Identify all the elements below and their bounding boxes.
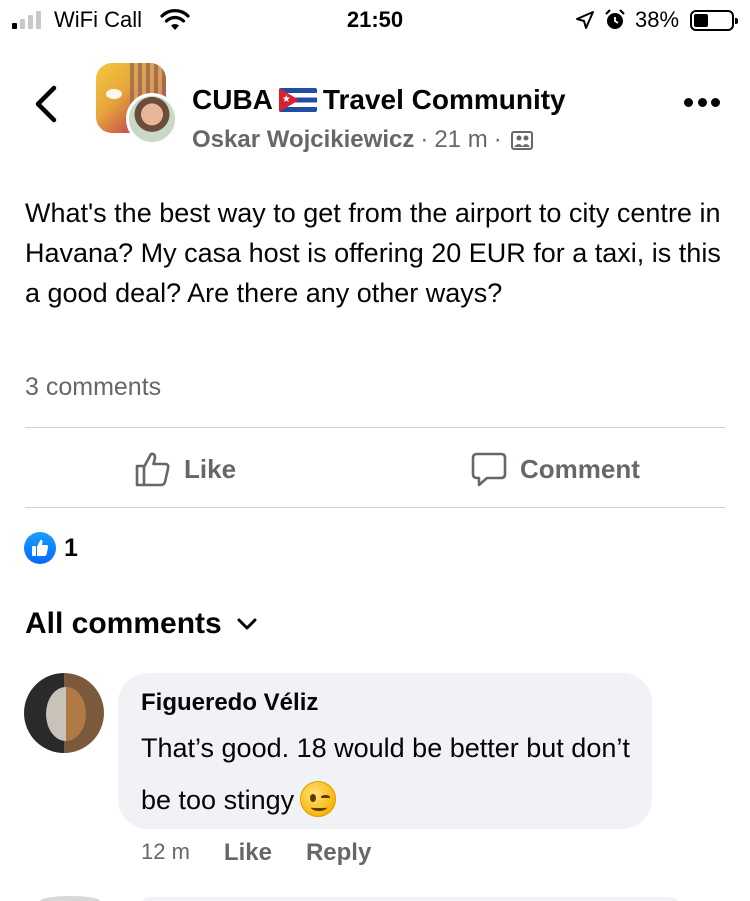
back-chevron-icon[interactable] [30, 84, 62, 124]
more-dots-icon[interactable] [684, 94, 720, 110]
comment-text: That’s good. 18 would be better but don’… [141, 722, 641, 826]
comment-author[interactable]: Figueredo Véliz [141, 689, 318, 717]
comment-time: 12 m [141, 839, 190, 864]
group-title-part2: Travel Community [322, 84, 566, 115]
group-title-part1: CUBA [192, 84, 273, 115]
chevron-down-icon [237, 618, 257, 630]
comment-actions: 12 m Like Reply [141, 839, 371, 867]
comment-reply-button[interactable]: Reply [306, 839, 371, 867]
meta-separator: · [420, 126, 429, 153]
post-meta: Oskar Wojcikiewicz · 21 m · [192, 126, 534, 154]
divider [25, 507, 725, 508]
thumbs-up-icon [135, 452, 170, 487]
comments-filter[interactable]: All comments [25, 607, 258, 641]
comment-text-body: That’s good. 18 would be better but don’… [141, 733, 630, 815]
battery-percent: 38% [635, 7, 680, 32]
location-arrow-icon [576, 11, 594, 29]
divider [25, 427, 725, 428]
reaction-count: 1 [64, 533, 78, 562]
next-comment-bubble [140, 897, 680, 901]
battery-fill [694, 14, 708, 27]
comment-button[interactable]: Comment [470, 446, 640, 492]
commenter-avatar-face [46, 687, 86, 741]
reaction-summary[interactable]: 1 [24, 532, 78, 564]
post-text: What's the best way to get from the airp… [25, 198, 721, 308]
winking-face-emoji [300, 781, 337, 817]
cuba-flag-icon: ★ [278, 88, 317, 112]
meta-separator: · [493, 126, 502, 153]
alarm-clock-icon [605, 9, 625, 29]
comments-count[interactable]: 3 comments [25, 373, 161, 402]
status-bar: WiFi Call 21:50 38% [0, 0, 750, 40]
battery-tip [735, 18, 738, 24]
like-button[interactable]: Like [134, 446, 236, 492]
group-title[interactable]: CUBA ★ Travel Community [192, 84, 566, 116]
comment-bubble-icon [471, 452, 507, 487]
author-avatar[interactable] [126, 93, 178, 145]
comments-filter-label: All comments [25, 607, 222, 640]
battery-icon [690, 10, 738, 31]
post-author[interactable]: Oskar Wojcikiewicz [192, 126, 414, 154]
post-time[interactable]: 21 m [434, 126, 487, 154]
comment-like-button[interactable]: Like [224, 839, 272, 867]
group-avatar-plane [106, 89, 122, 99]
comment-label: Comment [520, 453, 640, 484]
like-label: Like [184, 453, 237, 484]
commenter-avatar[interactable] [24, 673, 104, 753]
group-icon [510, 131, 533, 150]
next-comment-avatar [40, 896, 100, 901]
thumbs-up-reaction-icon [24, 532, 56, 564]
